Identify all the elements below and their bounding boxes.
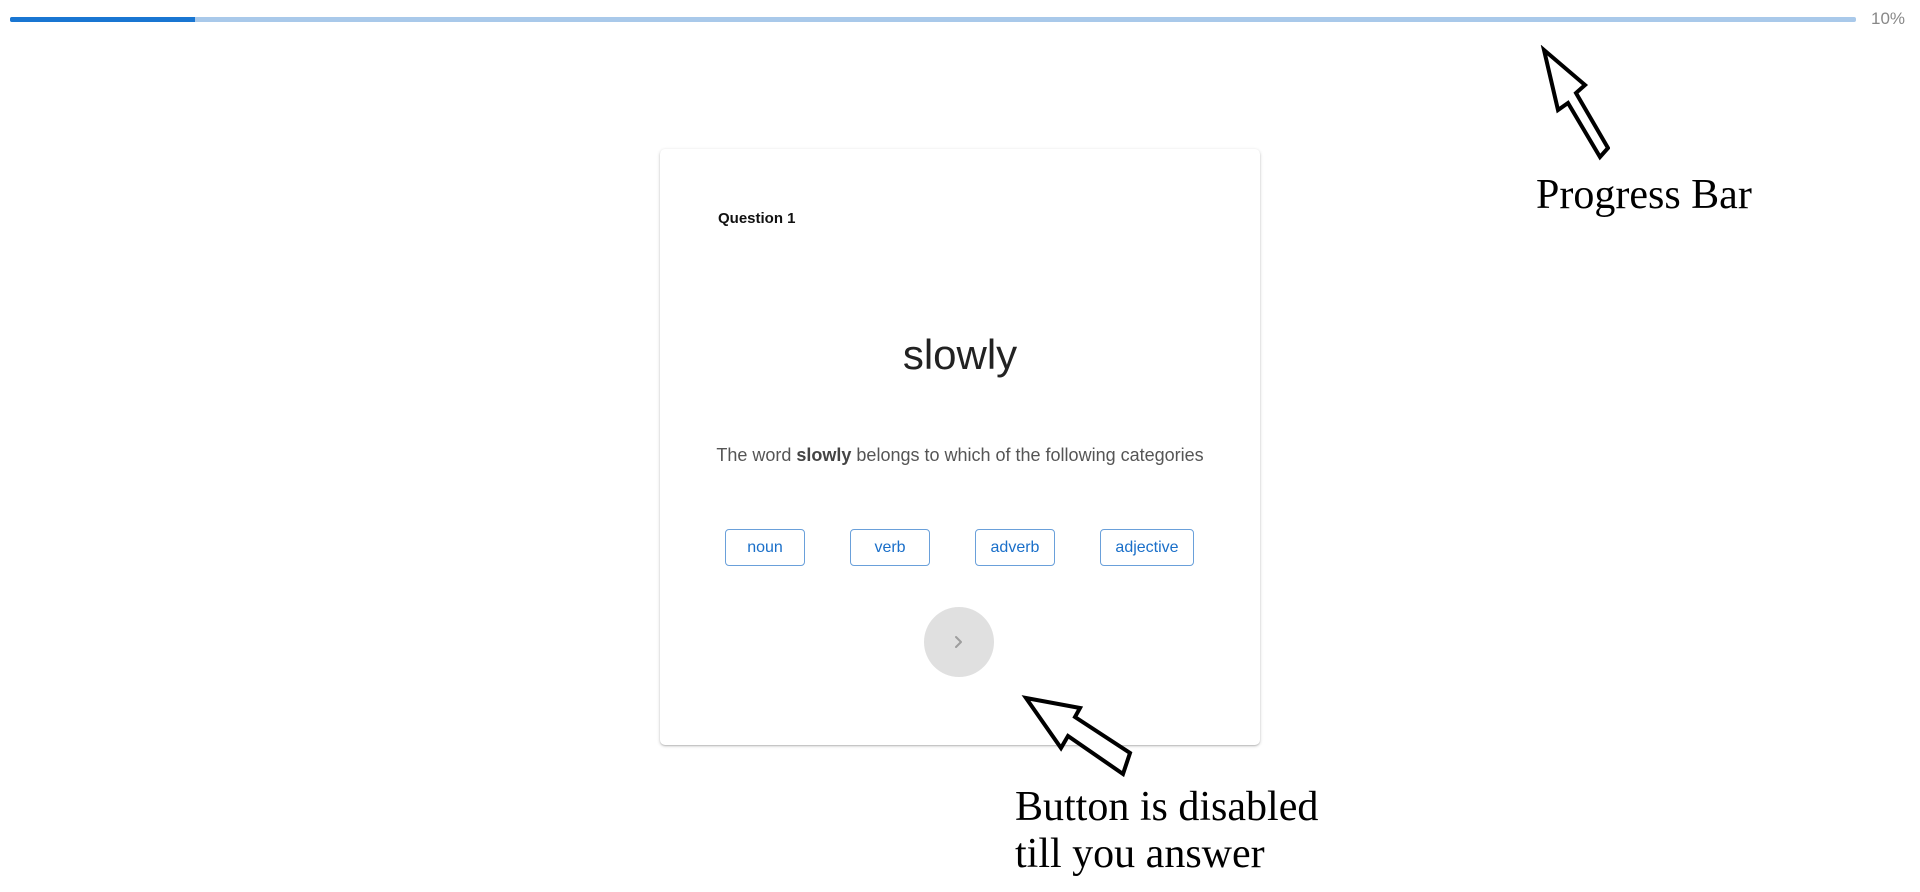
next-question-button[interactable] xyxy=(924,607,994,677)
chevron-right-icon xyxy=(955,636,962,648)
progress-bar-fill xyxy=(10,17,195,22)
question-word: slowly xyxy=(902,331,1018,378)
question-card: Question 1 slowly The word slowly belong… xyxy=(660,149,1260,745)
option-adverb-button[interactable]: adverb xyxy=(975,529,1055,566)
progress-bar xyxy=(10,17,1856,22)
button-annotation-line-1: Button is disabled xyxy=(1015,784,1319,830)
button-annotation-label: Button is disabled till you answer xyxy=(1015,784,1318,878)
question-number: Question 1 xyxy=(718,210,796,227)
button-annotation-line-2: till you answer xyxy=(1015,831,1265,877)
progress-annotation-label: Progress Bar xyxy=(1536,172,1752,218)
option-verb-button[interactable]: verb xyxy=(850,529,930,566)
progress-annotation-arrow-icon xyxy=(1540,45,1610,161)
prompt-text-after: belongs to which of the following catego… xyxy=(851,445,1204,465)
option-noun-button[interactable]: noun xyxy=(725,529,805,566)
button-annotation-arrow-icon xyxy=(1021,695,1133,778)
prompt-highlight-word: slowly xyxy=(796,445,852,465)
option-adjective-button[interactable]: adjective xyxy=(1100,529,1194,566)
progress-percent: 10% xyxy=(1871,9,1906,28)
prompt-text-before: The word xyxy=(716,445,797,465)
question-prompt: The word slowly belongs to which of the … xyxy=(660,445,1260,466)
